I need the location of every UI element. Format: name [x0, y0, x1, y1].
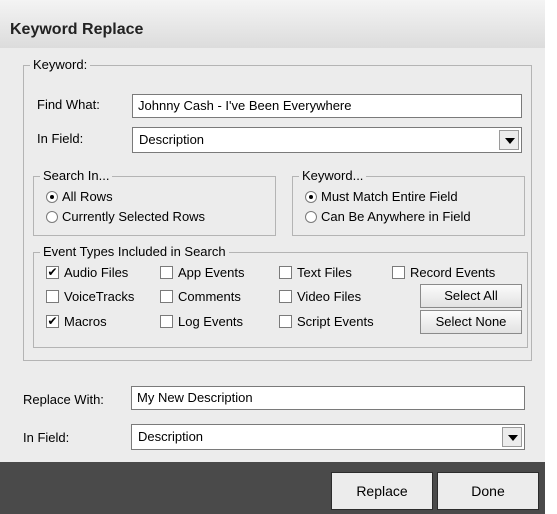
replace-with-input[interactable]: My New Description: [131, 386, 525, 410]
keyword-group: Keyword: Find What: Johnny Cash - I've B…: [23, 57, 532, 361]
in-field-select[interactable]: Description: [132, 127, 522, 153]
checkbox-macros-label: Macros: [64, 314, 107, 329]
radio-button-icon: [305, 191, 317, 203]
keyword-group-legend: Keyword:: [30, 57, 91, 72]
dialog-title: Keyword Replace: [10, 21, 144, 38]
title-bar[interactable]: Keyword Replace: [0, 0, 545, 49]
event-types-legend: Event Types Included in Search: [40, 244, 229, 259]
dialog-footer: Replace Done: [0, 462, 545, 514]
checkbox-record-events-label: Record Events: [410, 265, 496, 280]
radio-anywhere[interactable]: Can Be Anywhere in Field: [305, 209, 520, 225]
in-field-select-value: Description: [139, 132, 205, 147]
checkbox-icon: [279, 290, 292, 303]
replace-in-field-select-value: Description: [138, 429, 204, 444]
radio-all-rows-label: All Rows: [62, 189, 113, 204]
find-what-label: Find What:: [37, 97, 100, 112]
checkbox-video-files-label: Video Files: [297, 289, 362, 304]
event-types-group: Event Types Included in Search ✔ Audio F…: [33, 244, 528, 348]
keyword-match-group: Keyword... Must Match Entire Field Can B…: [292, 168, 525, 236]
find-what-input[interactable]: Johnny Cash - I've Been Everywhere: [132, 94, 522, 118]
dialog-body: Keyword: Find What: Johnny Cash - I've B…: [0, 48, 545, 462]
replace-in-field-select[interactable]: Description: [131, 424, 525, 450]
checkbox-app-events-label: App Events: [178, 265, 245, 280]
replace-with-label: Replace With:: [23, 392, 104, 407]
checkbox-comments-label: Comments: [178, 289, 241, 304]
in-field-label: In Field:: [37, 131, 84, 146]
done-button[interactable]: Done: [437, 472, 539, 510]
checkbox-script-events-label: Script Events: [297, 314, 374, 329]
chevron-down-icon[interactable]: [499, 130, 519, 150]
checkbox-icon: [46, 290, 59, 303]
chevron-down-icon[interactable]: [502, 427, 522, 447]
radio-button-icon: [46, 191, 58, 203]
checkbox-log-events-label: Log Events: [178, 314, 244, 329]
radio-match-entire-label: Must Match Entire Field: [321, 189, 458, 204]
keyword-replace-dialog: Keyword Replace Keyword: Find What: John…: [0, 0, 545, 514]
checkbox-icon: [160, 290, 173, 303]
select-none-button[interactable]: Select None: [420, 310, 522, 334]
checkbox-icon: [160, 315, 173, 328]
replace-button[interactable]: Replace: [331, 472, 433, 510]
radio-match-entire[interactable]: Must Match Entire Field: [305, 189, 515, 205]
radio-button-icon: [46, 211, 58, 223]
radio-all-rows[interactable]: All Rows: [46, 189, 246, 205]
checkbox-audio-files-label: Audio Files: [64, 265, 129, 280]
select-all-button[interactable]: Select All: [420, 284, 522, 308]
radio-selected-rows[interactable]: Currently Selected Rows: [46, 209, 266, 225]
checkbox-icon: ✔: [46, 314, 59, 328]
search-in-legend: Search In...: [40, 168, 113, 183]
checkbox-icon: ✔: [46, 265, 59, 279]
radio-selected-rows-label: Currently Selected Rows: [62, 209, 206, 224]
checkbox-icon: [160, 266, 173, 279]
radio-button-icon: [305, 211, 317, 223]
replace-in-field-label: In Field:: [23, 430, 70, 445]
checkbox-icon: [279, 315, 292, 328]
keyword-match-legend: Keyword...: [299, 168, 367, 183]
checkbox-icon: [392, 266, 405, 279]
checkbox-voicetracks-label: VoiceTracks: [64, 289, 135, 304]
search-in-group: Search In... All Rows Currently Selected…: [33, 168, 276, 236]
checkbox-icon: [279, 266, 292, 279]
radio-anywhere-label: Can Be Anywhere in Field: [321, 209, 471, 224]
checkbox-text-files-label: Text Files: [297, 265, 352, 280]
